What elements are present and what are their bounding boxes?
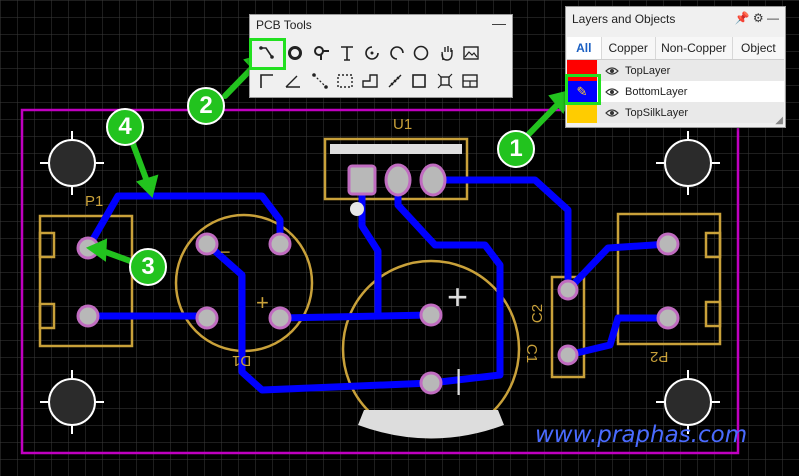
watermark-text: www.praphas.com [535,422,748,448]
minimize-icon[interactable]: — [492,15,506,31]
pcb-tools-panel: PCB Tools — [249,14,513,98]
layer-label: BottomLayer [625,85,688,98]
callout-3: 3 [129,248,167,286]
image-tool-button[interactable] [461,43,481,63]
tab-non-copper[interactable]: Non-Copper [656,37,733,59]
eye-icon[interactable] [605,108,619,118]
callout-2: 2 [187,87,225,125]
label-p2: P2 [650,348,669,365]
label-c2: C2 [529,303,547,324]
pad-tool-button[interactable] [311,43,331,63]
layers-tabs: All Copper Non-Copper Object [567,37,784,60]
solid-region-tool-button[interactable] [360,71,380,91]
label-p1: P1 [85,193,104,210]
d1-minus-mark: − [220,242,231,262]
panel-tool-button[interactable] [460,71,480,91]
tab-copper[interactable]: Copper [602,37,656,59]
highlight-bottom-layer [565,74,601,105]
layers-objects-panel: Layers and Objects 📌 ⚙ — All Copper Non-… [565,6,786,128]
tab-object[interactable]: Object [733,37,784,59]
minimize-icon[interactable]: — [767,11,779,25]
u1-pin1-marker [350,202,364,216]
gear-icon[interactable]: ⚙ [753,11,764,25]
label-c1: C1 [523,343,541,364]
c1-minus-mark: | [455,364,463,395]
label-u1: U1 [393,116,413,133]
pan-tool-button[interactable] [437,43,457,63]
connect-tool-button[interactable] [310,71,330,91]
eye-icon[interactable] [605,87,619,97]
eye-icon[interactable] [605,66,619,76]
arc-tool-button[interactable] [362,43,382,63]
c1-plus-mark: + [447,276,469,317]
callout-4: 4 [106,108,144,146]
resize-grip-icon[interactable]: ◢ [775,115,783,126]
component-tool-button[interactable] [435,71,455,91]
label-d1: D1 [232,352,252,369]
layer-label: TopSilkLayer [625,106,688,119]
layer-label: TopLayer [625,64,671,77]
angle-tool-button[interactable] [283,71,303,91]
u1-tab [330,144,462,154]
d1-plus-mark: + [256,290,269,315]
highlight-track-tool [249,38,286,70]
circle-tool-button[interactable] [411,43,431,63]
dashed-rect-tool-button[interactable] [335,71,355,91]
tab-all[interactable]: All [567,37,602,59]
rect-tool-button[interactable] [409,71,429,91]
pcb-tools-title: PCB Tools [256,18,312,32]
arc2-tool-button[interactable] [387,43,407,63]
callout-1: 1 [497,130,535,168]
measure-tool-button[interactable] [385,71,405,91]
pin-icon[interactable]: 📌 [735,11,750,25]
text-tool-button[interactable] [337,43,357,63]
layer-color-swatch[interactable] [567,102,597,123]
layers-panel-title: Layers and Objects [572,12,676,26]
via-tool-button[interactable] [285,43,305,63]
layer-row-topsilk[interactable]: TopSilkLayer [567,102,784,123]
line-tool-button[interactable] [257,71,277,91]
